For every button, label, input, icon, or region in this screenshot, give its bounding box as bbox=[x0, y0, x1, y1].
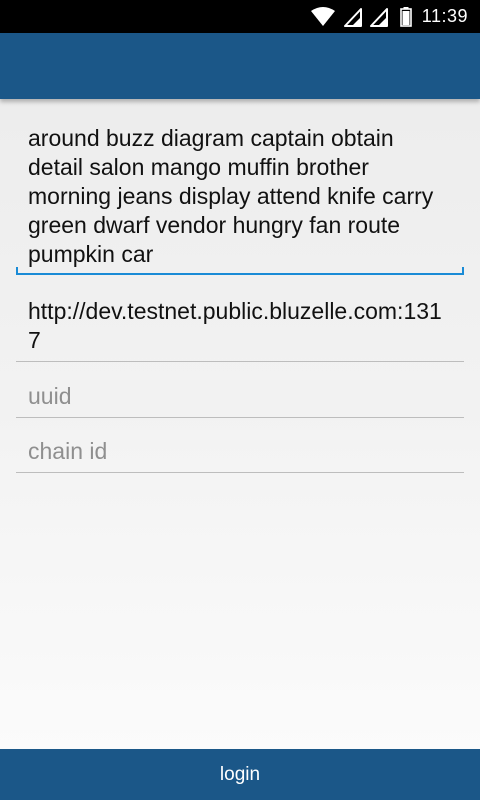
wifi-icon bbox=[310, 6, 336, 28]
uuid-input[interactable]: uuid bbox=[16, 382, 464, 418]
signal-icon bbox=[343, 7, 362, 27]
battery-icon bbox=[399, 6, 412, 27]
endpoint-input[interactable]: http://dev.testnet.public.bluzelle.com:1… bbox=[16, 297, 464, 362]
app-bar bbox=[0, 33, 480, 99]
status-icons: 11:39 bbox=[310, 0, 480, 33]
login-form: around buzz diagram captain obtain detai… bbox=[16, 99, 464, 473]
signal-icon bbox=[369, 7, 388, 27]
status-bar: 11:39 bbox=[0, 0, 480, 33]
login-button[interactable]: login bbox=[0, 749, 480, 800]
chain-id-input[interactable]: chain id bbox=[16, 437, 464, 473]
mnemonic-input[interactable]: around buzz diagram captain obtain detai… bbox=[16, 124, 464, 275]
status-time: 11:39 bbox=[421, 6, 468, 26]
